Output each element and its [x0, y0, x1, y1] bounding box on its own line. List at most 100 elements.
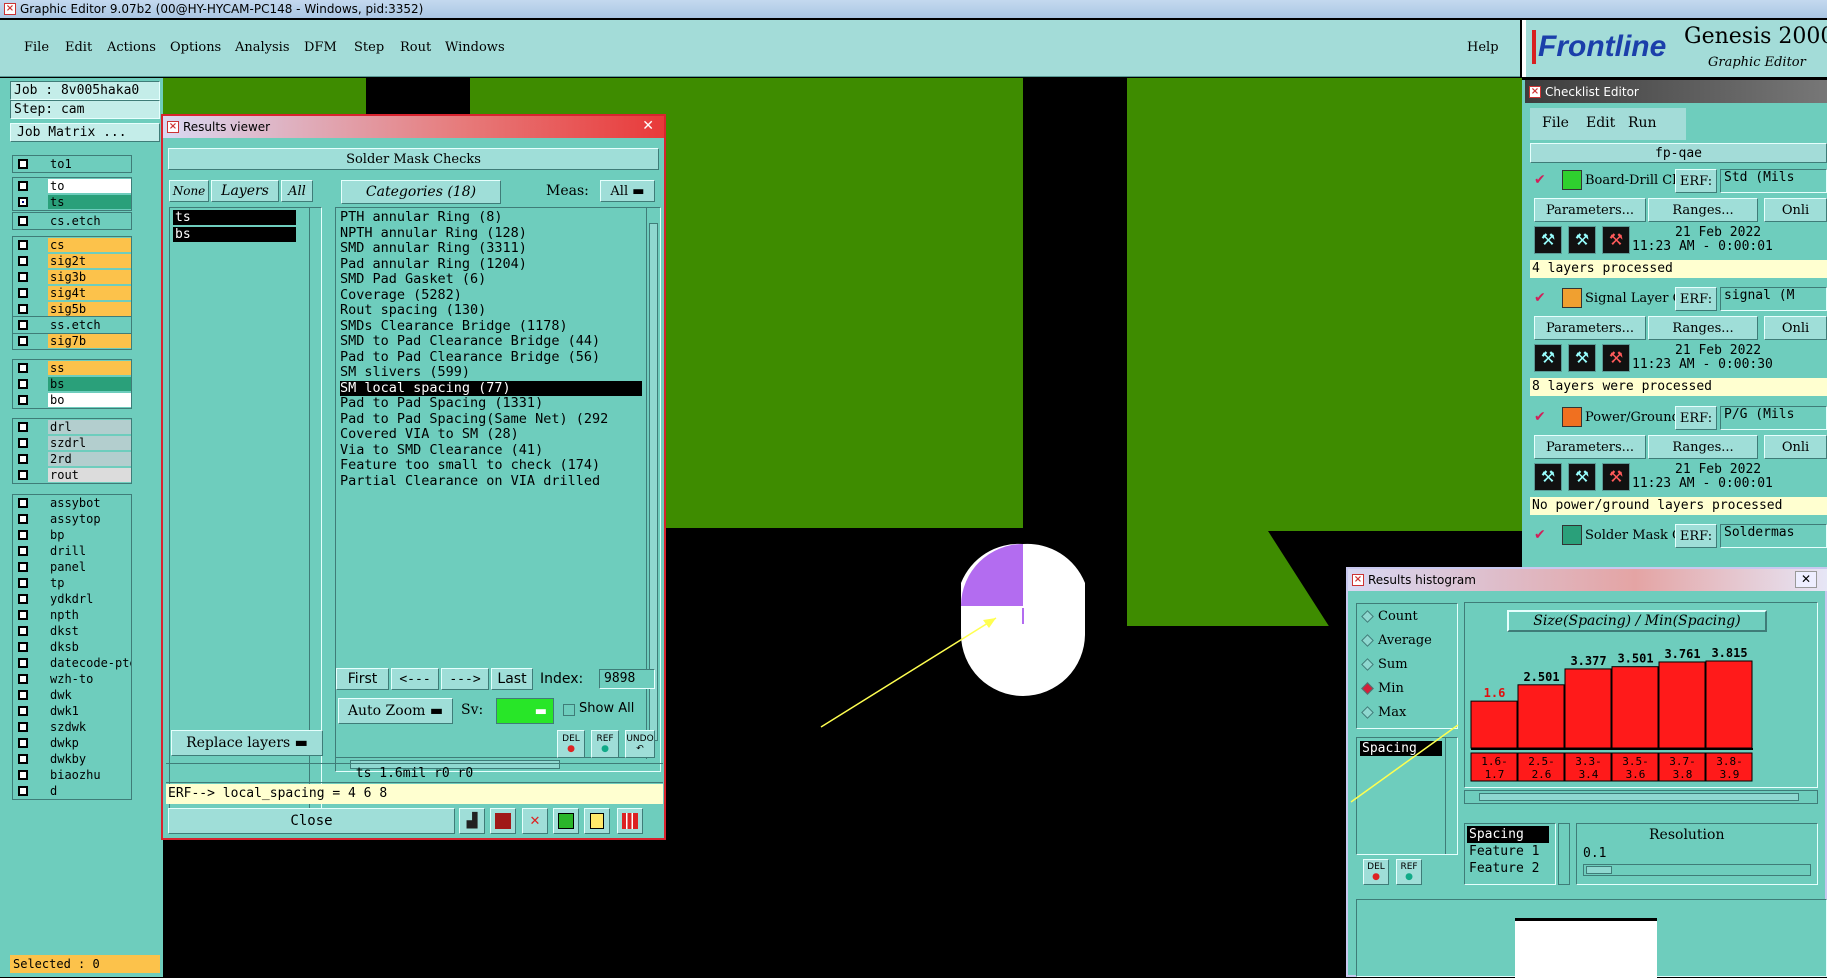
layer-row[interactable]: ss [13, 360, 131, 376]
feature-list-item[interactable]: Spacing [1467, 826, 1549, 843]
run-icon[interactable]: ⚒ [1568, 226, 1596, 254]
feature-list-item[interactable]: Feature 2 [1467, 860, 1549, 877]
meas-dropdown[interactable]: All ▬ [600, 180, 655, 202]
del-button[interactable]: DEL ● [557, 730, 585, 758]
layer-name[interactable]: cs.etch [48, 214, 131, 228]
layer-checkbox[interactable] [18, 738, 28, 748]
layer-checkbox[interactable] [18, 438, 28, 448]
layer-checkbox[interactable] [18, 395, 28, 405]
layer-name[interactable]: panel [48, 560, 131, 574]
layer-checkbox[interactable] [18, 706, 28, 716]
menu-file[interactable]: File [24, 40, 49, 55]
category-item[interactable]: SMD to Pad Clearance Bridge (44) [340, 334, 642, 350]
layer-checkbox[interactable] [18, 546, 28, 556]
check-enabled-icon[interactable]: ✔ [1534, 290, 1546, 306]
category-item[interactable]: NPTH annular Ring (128) [340, 226, 642, 242]
layer-name[interactable]: to [48, 179, 131, 193]
histogram-bar[interactable] [1470, 700, 1518, 749]
layer-row[interactable]: cs [13, 237, 131, 253]
menu-analysis[interactable]: Analysis [235, 40, 290, 55]
layer-checkbox[interactable] [18, 626, 28, 636]
histogram-bar[interactable] [1611, 666, 1659, 749]
layer-checkbox[interactable] [18, 216, 28, 226]
layer-row[interactable]: d [13, 783, 131, 799]
layer-checkbox[interactable] [18, 272, 28, 282]
category-item[interactable]: Covered VIA to SM (28) [340, 427, 642, 443]
run-icon[interactable]: ⚒ [1534, 344, 1562, 372]
run-icon[interactable]: ⚒ [1602, 344, 1630, 372]
check-enabled-icon[interactable]: ✔ [1534, 527, 1546, 543]
feature-list-scrollbar[interactable] [1558, 823, 1570, 885]
layer-name[interactable]: szdwk [48, 720, 131, 734]
layer-checkbox[interactable] [18, 256, 28, 266]
del-button[interactable]: DEL ● [1363, 859, 1389, 885]
category-item[interactable]: Pad to Pad Spacing(Same Net) (292 [340, 412, 642, 428]
layer-name[interactable]: to1 [48, 157, 131, 171]
layer-name[interactable]: ts [48, 195, 131, 209]
layer-row[interactable]: panel [13, 559, 131, 575]
category-item[interactable]: SMDs Clearance Bridge (1178) [340, 319, 642, 335]
layer-checkbox[interactable] [18, 498, 28, 508]
replace-layers-dropdown[interactable]: Replace layers ▬ [171, 730, 323, 756]
run-icon[interactable]: ⚒ [1602, 463, 1630, 491]
report-icon[interactable] [490, 808, 516, 834]
category-item[interactable]: Coverage (5282) [340, 288, 642, 304]
layer-checkbox[interactable] [18, 562, 28, 572]
layer-row[interactable]: tp [13, 575, 131, 591]
menu-step[interactable]: Step [354, 40, 384, 55]
category-item[interactable]: Via to SMD Clearance (41) [340, 443, 642, 459]
layer-name[interactable]: biaozhu [48, 768, 131, 782]
layer-name[interactable]: dwkp [48, 736, 131, 750]
layer-checkbox[interactable] [18, 454, 28, 464]
layer-name[interactable]: sig4t [48, 286, 131, 300]
prev-button[interactable]: <--- [391, 668, 439, 690]
layer-row[interactable]: npth [13, 607, 131, 623]
menu-dfm[interactable]: DFM [304, 40, 337, 55]
layer-checkbox[interactable] [18, 336, 28, 346]
check-enabled-icon[interactable]: ✔ [1534, 409, 1546, 425]
layer-checkbox[interactable] [18, 304, 28, 314]
layer-name[interactable]: d [48, 784, 131, 798]
layer-row[interactable]: sig3b [13, 269, 131, 285]
layer-row[interactable]: szdrl [13, 435, 131, 451]
layer-name[interactable]: szdrl [48, 436, 131, 450]
histogram-bar[interactable] [1658, 661, 1706, 749]
layer-checkbox[interactable] [18, 658, 28, 668]
layers-button[interactable]: Layers [211, 180, 279, 202]
layer-name[interactable]: npth [48, 608, 131, 622]
stat-option[interactable]: Count [1357, 604, 1457, 628]
category-item[interactable]: Pad annular Ring (1204) [340, 257, 642, 273]
stat-option[interactable]: Average [1357, 628, 1457, 652]
category-item[interactable]: PTH annular Ring (8) [340, 210, 642, 226]
feature-list-item[interactable]: Feature 1 [1467, 843, 1549, 860]
erf-value[interactable]: P/G (Mils [1720, 406, 1827, 430]
layer-name[interactable]: ss [48, 361, 131, 375]
layer-row[interactable]: sig4t [13, 285, 131, 301]
layer-name[interactable]: bo [48, 393, 131, 407]
menu-help[interactable]: Help [1467, 40, 1499, 55]
category-item[interactable]: SM slivers (599) [340, 365, 642, 381]
layer-checkbox[interactable] [18, 674, 28, 684]
layer-name[interactable]: tp [48, 576, 131, 590]
category-item[interactable]: Rout spacing (130) [340, 303, 642, 319]
stat-option[interactable]: Min [1357, 676, 1457, 700]
layer-name[interactable]: sig2t [48, 254, 131, 268]
layer-row[interactable]: rout [13, 467, 131, 483]
layer-list-item[interactable]: ts [173, 210, 296, 225]
layer-checkbox[interactable] [18, 722, 28, 732]
histogram-bar[interactable] [1564, 668, 1612, 749]
layer-checkbox[interactable] [18, 610, 28, 620]
layer-row[interactable]: drl [13, 419, 131, 435]
layer-checkbox[interactable] [18, 786, 28, 796]
checklist-titlebar[interactable]: × Checklist Editor [1525, 80, 1827, 103]
online-button[interactable]: Onli [1764, 435, 1827, 459]
radio-icon[interactable] [1361, 681, 1374, 695]
checklist-menu-run[interactable]: Run [1628, 115, 1657, 131]
run-icon[interactable]: ⚒ [1534, 226, 1562, 254]
category-item[interactable]: Pad to Pad Spacing (1331) [340, 396, 642, 412]
layer-checkbox[interactable] [18, 594, 28, 604]
layer-name[interactable]: datecode-pte [48, 656, 131, 670]
notes-icon[interactable] [584, 808, 610, 834]
category-item[interactable]: SMD Pad Gasket (6) [340, 272, 642, 288]
categories-button[interactable]: Categories (18) [341, 180, 501, 204]
